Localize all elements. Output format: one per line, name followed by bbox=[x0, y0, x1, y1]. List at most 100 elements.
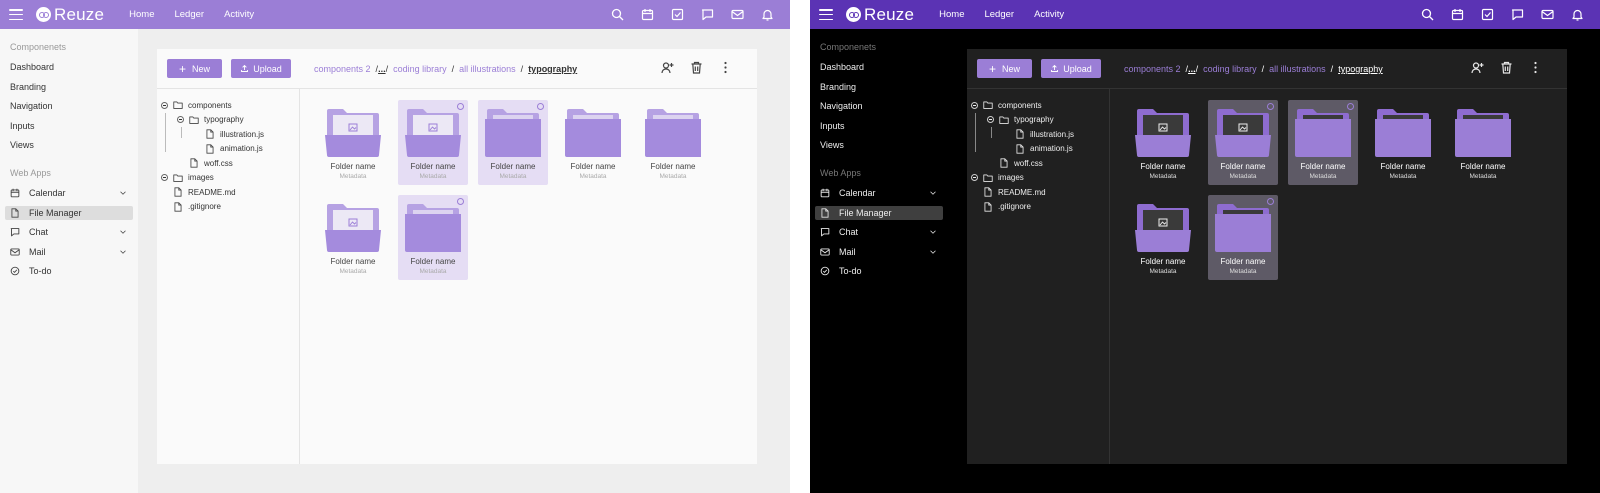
sidebar-item-branding[interactable]: Branding bbox=[815, 80, 943, 94]
breadcrumb-item[interactable]: components 2 bbox=[1124, 64, 1181, 74]
more-vertical-button[interactable] bbox=[711, 61, 740, 74]
tree-item-readme-md[interactable]: README.md bbox=[173, 186, 236, 198]
tree-item-illustration-js[interactable]: illustration.js bbox=[205, 128, 264, 140]
sidebar-item-dashboard[interactable]: Dashboard bbox=[815, 60, 943, 74]
sidebar-item-file-manager[interactable]: File Manager bbox=[815, 205, 943, 220]
folder-tile[interactable]: Folder name Metadata bbox=[1208, 194, 1278, 280]
sidebar-item-to-do[interactable]: To-do bbox=[815, 264, 943, 278]
folder-tile[interactable]: Folder name Metadata bbox=[1288, 100, 1358, 185]
tree-item-components[interactable]: components bbox=[161, 99, 232, 111]
tree-item-woff-css[interactable]: woff.css bbox=[999, 157, 1043, 169]
sidebar-item-navigation[interactable]: Navigation bbox=[5, 99, 133, 113]
breadcrumb-item[interactable]: coding library bbox=[393, 64, 447, 74]
tree-item-gitignore[interactable]: .gitignore bbox=[983, 201, 1031, 213]
breadcrumb-ellipsis[interactable]: ... bbox=[1188, 64, 1196, 74]
topbar-chat-button[interactable] bbox=[1502, 7, 1532, 22]
tree-item-typography[interactable]: typography bbox=[987, 114, 1054, 126]
topbar-bell-button[interactable] bbox=[1562, 7, 1592, 22]
collapse-toggle-icon[interactable] bbox=[177, 116, 184, 123]
sidebar-item-views[interactable]: Views bbox=[5, 138, 133, 152]
topbar-search-button[interactable] bbox=[602, 7, 632, 22]
app-logo[interactable]: Reuze bbox=[846, 5, 914, 25]
folder-tile[interactable]: Folder name Metadata bbox=[638, 100, 708, 185]
selected-check-icon[interactable] bbox=[457, 103, 464, 110]
folder-tile[interactable]: Folder name Metadata bbox=[398, 100, 468, 185]
new-button[interactable]: + New bbox=[977, 59, 1032, 78]
nav-ledger[interactable]: Ledger bbox=[984, 9, 1014, 20]
sidebar-item-dashboard[interactable]: Dashboard bbox=[5, 60, 133, 74]
sidebar-item-navigation[interactable]: Navigation bbox=[815, 99, 943, 113]
sidebar-item-calendar[interactable]: Calendar bbox=[5, 186, 133, 200]
tree-item-images[interactable]: images bbox=[971, 172, 1024, 184]
folder-tile[interactable]: Folder name Metadata bbox=[1208, 100, 1278, 185]
expand-toggle-icon[interactable] bbox=[971, 174, 978, 181]
add-user-button[interactable] bbox=[653, 61, 682, 74]
breadcrumb-item[interactable]: all illustrations bbox=[1269, 64, 1326, 74]
sidebar-item-chat[interactable]: Chat bbox=[5, 225, 133, 239]
upload-button[interactable]: Upload bbox=[231, 59, 291, 78]
folder-tile[interactable]: Folder name Metadata bbox=[1128, 195, 1198, 280]
sidebar-item-file-manager[interactable]: File Manager bbox=[5, 205, 133, 220]
folder-tile[interactable]: Folder name Metadata bbox=[1368, 100, 1438, 185]
collapse-toggle-icon[interactable] bbox=[161, 101, 168, 109]
nav-home[interactable]: Home bbox=[939, 9, 964, 20]
tree-item-images[interactable]: images bbox=[161, 172, 214, 184]
nav-ledger[interactable]: Ledger bbox=[174, 9, 204, 20]
hamburger-menu-icon[interactable] bbox=[819, 9, 833, 20]
tree-item-animation-js[interactable]: animation.js bbox=[1015, 143, 1073, 155]
selected-check-icon[interactable] bbox=[1347, 103, 1354, 110]
breadcrumb-item[interactable]: coding library bbox=[1203, 64, 1257, 74]
collapse-toggle-icon[interactable] bbox=[987, 116, 994, 123]
more-vertical-button[interactable] bbox=[1521, 61, 1550, 74]
selected-check-icon[interactable] bbox=[537, 103, 544, 110]
sidebar-item-mail[interactable]: Mail bbox=[815, 245, 943, 259]
topbar-checkbox-button[interactable] bbox=[662, 7, 692, 22]
app-logo[interactable]: Reuze bbox=[36, 5, 104, 25]
topbar-chat-button[interactable] bbox=[692, 7, 722, 22]
trash-button[interactable] bbox=[682, 61, 711, 74]
folder-tile[interactable]: Folder name Metadata bbox=[398, 194, 468, 280]
hamburger-menu-icon[interactable] bbox=[9, 9, 23, 20]
folder-tile[interactable]: Folder name Metadata bbox=[318, 195, 388, 280]
sidebar-item-inputs[interactable]: Inputs bbox=[815, 119, 943, 133]
trash-button[interactable] bbox=[1492, 61, 1521, 74]
sidebar-item-views[interactable]: Views bbox=[815, 138, 943, 152]
add-user-button[interactable] bbox=[1463, 61, 1492, 74]
tree-item-components[interactable]: components bbox=[971, 99, 1042, 111]
topbar-mail-button[interactable] bbox=[1532, 7, 1562, 22]
sidebar-item-calendar[interactable]: Calendar bbox=[815, 186, 943, 200]
new-button[interactable]: + New bbox=[167, 59, 222, 78]
upload-button[interactable]: Upload bbox=[1041, 59, 1101, 78]
expand-toggle-icon[interactable] bbox=[161, 174, 168, 181]
topbar-checkbox-button[interactable] bbox=[1472, 7, 1502, 22]
tree-item-animation-js[interactable]: animation.js bbox=[205, 143, 263, 155]
selected-check-icon[interactable] bbox=[1267, 197, 1274, 205]
collapse-toggle-icon[interactable] bbox=[971, 101, 978, 109]
sidebar-item-inputs[interactable]: Inputs bbox=[5, 119, 133, 133]
selected-check-icon[interactable] bbox=[1267, 103, 1274, 110]
breadcrumb-ellipsis[interactable]: ... bbox=[378, 64, 386, 74]
nav-activity[interactable]: Activity bbox=[1034, 9, 1064, 20]
tree-item-typography[interactable]: typography bbox=[177, 114, 244, 126]
tree-item-gitignore[interactable]: .gitignore bbox=[173, 201, 221, 213]
selected-check-icon[interactable] bbox=[457, 197, 464, 205]
topbar-calendar-button[interactable] bbox=[632, 7, 662, 22]
sidebar-item-mail[interactable]: Mail bbox=[5, 245, 133, 259]
sidebar-item-to-do[interactable]: To-do bbox=[5, 264, 133, 278]
sidebar-item-branding[interactable]: Branding bbox=[5, 80, 133, 94]
folder-tile[interactable]: Folder name Metadata bbox=[478, 100, 548, 185]
folder-tile[interactable]: Folder name Metadata bbox=[1448, 100, 1518, 185]
folder-tile[interactable]: Folder name Metadata bbox=[318, 100, 388, 185]
sidebar-item-chat[interactable]: Chat bbox=[815, 225, 943, 239]
nav-home[interactable]: Home bbox=[129, 9, 154, 20]
tree-item-illustration-js[interactable]: illustration.js bbox=[1015, 128, 1074, 140]
tree-item-readme-md[interactable]: README.md bbox=[983, 186, 1046, 198]
folder-tile[interactable]: Folder name Metadata bbox=[1128, 100, 1198, 185]
topbar-calendar-button[interactable] bbox=[1442, 7, 1472, 22]
breadcrumb-item[interactable]: components 2 bbox=[314, 64, 371, 74]
topbar-search-button[interactable] bbox=[1412, 7, 1442, 22]
topbar-bell-button[interactable] bbox=[752, 7, 782, 22]
breadcrumb-item[interactable]: all illustrations bbox=[459, 64, 516, 74]
topbar-mail-button[interactable] bbox=[722, 7, 752, 22]
nav-activity[interactable]: Activity bbox=[224, 9, 254, 20]
